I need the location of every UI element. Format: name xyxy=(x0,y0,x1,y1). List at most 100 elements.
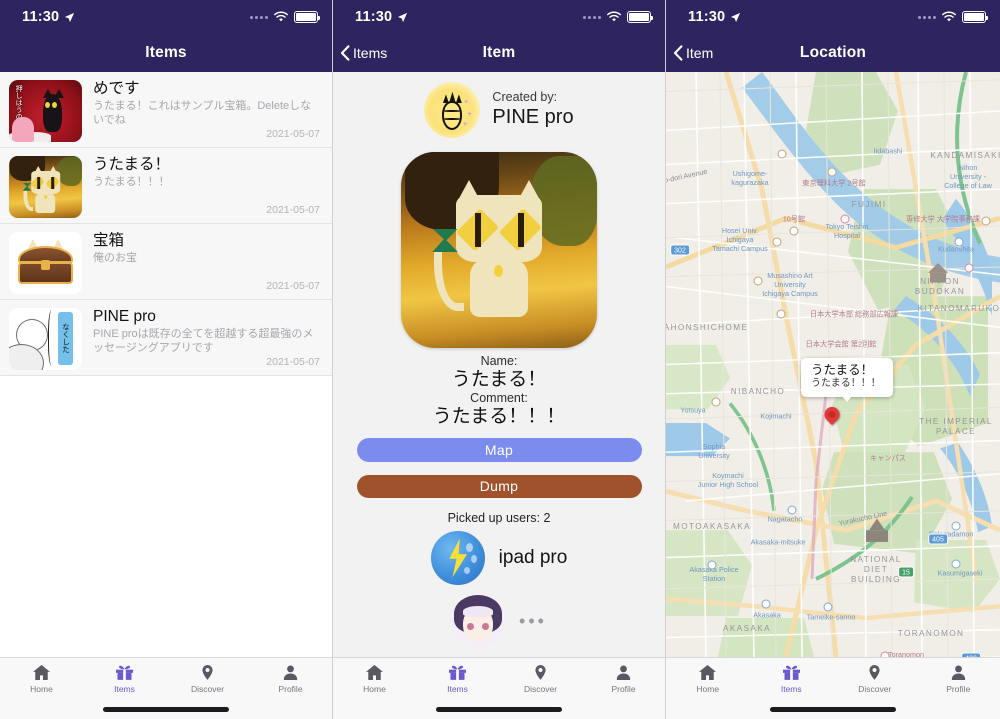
item-thumbnail xyxy=(9,232,82,294)
comment-value: うたまる！！！ xyxy=(432,405,566,427)
list-item-title: PINE pro xyxy=(93,308,156,325)
list-item[interactable]: なくした PINE pro PINE proは既存の全てを超越する超最強のメッセ… xyxy=(0,300,332,376)
map-label: 東京理科大学 2号館 xyxy=(802,178,866,188)
map-poi-dot[interactable] xyxy=(964,263,974,273)
list-item[interactable]: 押しはうの術 めです うたまる！これはサンプル宝箱。Deleteしないでね 20… xyxy=(0,72,332,148)
wifi-icon xyxy=(607,11,621,22)
map-poi-dot[interactable] xyxy=(761,599,771,609)
tab-label: Home xyxy=(696,684,720,694)
tab-label: Discover xyxy=(190,684,225,694)
list-empty-area xyxy=(0,376,332,657)
tab-items[interactable]: Items xyxy=(750,664,834,694)
map-poi-dot[interactable] xyxy=(753,276,763,286)
item-hero-image xyxy=(401,152,597,348)
picked-user-row[interactable]: ••• xyxy=(451,594,547,648)
map-poi-dot[interactable] xyxy=(951,521,961,531)
map-poi-dot[interactable] xyxy=(787,505,797,515)
map-label: Kasumigaseki xyxy=(937,568,983,578)
map-pin-icon xyxy=(535,664,546,680)
tab-home[interactable]: Home xyxy=(0,664,83,694)
map-label: Ushigome-kagurazaka xyxy=(731,169,769,187)
back-button[interactable]: Items xyxy=(333,45,387,61)
status-bar-time-group: 11:30 xyxy=(355,9,408,25)
map-poi-dot[interactable] xyxy=(840,214,850,224)
tab-discover[interactable]: Discover xyxy=(833,664,917,694)
creator-row[interactable]: Created by: PINE pro xyxy=(424,82,574,138)
location-arrow-icon xyxy=(731,12,741,22)
map-poi-dot[interactable] xyxy=(951,559,961,569)
map-poi-dot[interactable] xyxy=(954,237,964,247)
tab-items[interactable]: Items xyxy=(416,664,499,694)
list-item[interactable]: うたまる！ うたまる！！！ 2021-05-07 xyxy=(0,148,332,224)
highway-shield: 302 xyxy=(670,244,690,256)
tab-label: Profile xyxy=(278,684,303,694)
map-label: Tokyo Teishin Hospital xyxy=(825,222,869,240)
tab-home[interactable]: Home xyxy=(333,664,416,694)
list-item-body: PINE pro PINE proは既存の全てを超越する超最強のメッセージングア… xyxy=(93,308,322,369)
picked-user-row[interactable]: ipad pro xyxy=(430,531,567,585)
screen-items-list: 11:30 Items 押しはうの術 めです うたまる！これはサンプル宝箱。De… xyxy=(0,0,333,719)
home-indicator xyxy=(103,707,229,712)
list-item[interactable]: 宝箱 俺のお宝 2021-05-07 xyxy=(0,224,332,300)
nav-bar-item: Items Item xyxy=(333,34,665,72)
map-poi-dot[interactable] xyxy=(711,397,721,407)
map-view[interactable]: ito-dori Avenue Ushigome-kagurazaka 東京理科… xyxy=(666,72,1000,657)
tab-home[interactable]: Home xyxy=(666,664,750,694)
tab-bar: Home Items Discover Profile xyxy=(666,657,1000,719)
map-poi-dot[interactable] xyxy=(823,602,833,612)
creator-label: Created by: xyxy=(492,89,558,104)
cat-figurine-sunset-thumbnail xyxy=(9,156,82,218)
gift-icon xyxy=(449,665,466,681)
page-title: Items xyxy=(145,44,187,61)
battery-icon xyxy=(627,11,653,23)
chevron-left-icon xyxy=(340,45,350,61)
map-poi-dot[interactable] xyxy=(981,216,991,226)
items-list[interactable]: 押しはうの術 めです うたまる！これはサンプル宝箱。Deleteしないでね 20… xyxy=(0,72,332,657)
list-item-subtitle: うたまる！！！ xyxy=(93,175,170,188)
map-label: NATIONAL DIET BUILDING xyxy=(850,555,902,584)
picked-up-users-label: Picked up users: 2 xyxy=(447,511,551,525)
list-item-date: 2021-05-07 xyxy=(266,280,320,292)
map-poi-dot[interactable] xyxy=(776,309,786,319)
status-bar: 11:30 xyxy=(0,0,332,34)
signal-dots-icon xyxy=(250,15,268,19)
map-poi-dot[interactable] xyxy=(789,226,799,236)
map-label: NIPPON BUDOKAN xyxy=(914,277,966,296)
tab-profile[interactable]: Profile xyxy=(249,664,332,694)
map-poi-dot[interactable] xyxy=(827,167,837,177)
tab-discover[interactable]: Discover xyxy=(166,664,249,694)
chevron-left-icon xyxy=(673,45,683,61)
creator-name: PINE pro xyxy=(492,106,574,129)
tab-label: Home xyxy=(30,684,53,694)
tab-label: Items xyxy=(114,684,135,694)
screen-location-map: 11:30 Item Location ito-dori Avenue Ushi… xyxy=(666,0,1000,719)
tab-profile[interactable]: Profile xyxy=(582,664,665,694)
tab-discover[interactable]: Discover xyxy=(499,664,582,694)
treasure-chest-thumbnail xyxy=(9,232,82,294)
map-label: キャンパス xyxy=(870,453,906,463)
tab-label: Profile xyxy=(611,684,636,694)
dump-button[interactable]: Dump xyxy=(356,474,642,498)
map-callout[interactable]: うたまる！ うたまる！！！ xyxy=(801,358,893,401)
map-label: TORANOMON xyxy=(897,629,965,638)
back-button[interactable]: Item xyxy=(666,45,713,61)
map-button[interactable]: Map xyxy=(356,438,642,462)
map-label: THE IMPERIAL PALACE xyxy=(919,417,993,436)
map-poi-dot[interactable] xyxy=(777,149,787,159)
map-label: NIBANCHO xyxy=(730,387,786,396)
item-thumbnail: なくした xyxy=(9,308,82,370)
item-meta: Name: うたまる！ Comment: うたまる！！！ xyxy=(433,354,565,428)
map-label: KITANOMARUKOEN xyxy=(917,304,1000,313)
name-label: Name: xyxy=(480,354,518,368)
status-bar: 11:30 xyxy=(333,0,665,34)
map-poi-dot[interactable] xyxy=(707,560,717,570)
tab-bar: Home Items Discover Profile xyxy=(0,657,332,719)
tab-items[interactable]: Items xyxy=(83,664,166,694)
map-label: Akasaka xyxy=(753,610,781,620)
person-icon xyxy=(283,665,298,681)
tab-profile[interactable]: Profile xyxy=(917,664,1000,694)
map-label: Hosei Univ. Ichigaya Tamachi Campus xyxy=(712,225,768,253)
map-poi-dot[interactable] xyxy=(772,237,782,247)
screen-item-detail: 11:30 Items Item Created by: PINE pro Na… xyxy=(333,0,666,719)
comment-label: Comment: xyxy=(470,391,528,406)
